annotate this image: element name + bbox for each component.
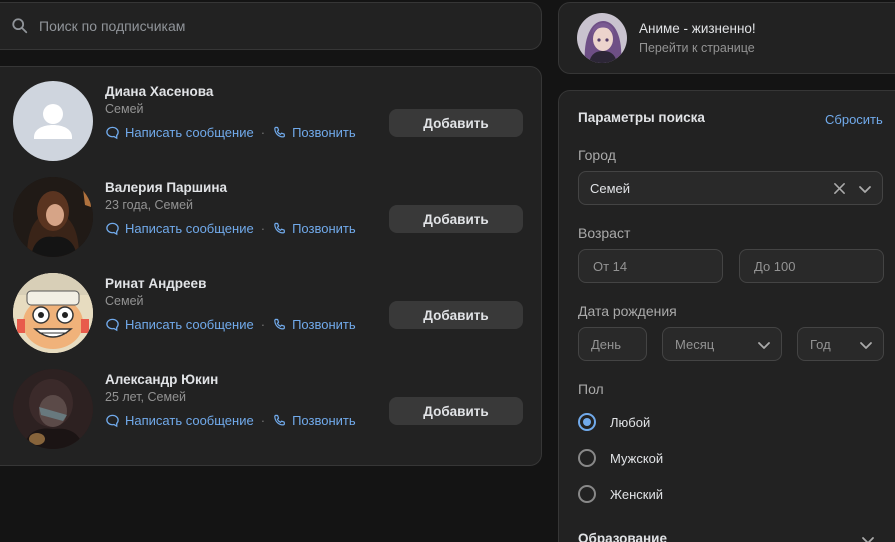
- message-icon: [106, 318, 119, 332]
- write-message-link[interactable]: Написать сообщение: [125, 221, 254, 236]
- message-icon: [106, 222, 119, 236]
- age-from-field[interactable]: От 14: [578, 249, 723, 283]
- write-message-link[interactable]: Написать сообщение: [125, 413, 254, 428]
- search-icon: [12, 18, 28, 34]
- avatar[interactable]: [13, 81, 93, 161]
- user-meta: 25 лет, Семей: [105, 390, 186, 404]
- gender-option-any[interactable]: Любой: [578, 413, 650, 431]
- avatar-photo: [13, 177, 93, 257]
- call-link[interactable]: Позвонить: [292, 221, 356, 236]
- group-avatar[interactable]: [577, 13, 627, 63]
- call-link[interactable]: Позвонить: [292, 125, 356, 140]
- user-name[interactable]: Валерия Паршина: [105, 180, 227, 195]
- gender-option-label: Мужской: [610, 450, 664, 466]
- age-label: Возраст: [578, 225, 631, 241]
- user-meta: 23 года, Семей: [105, 198, 194, 212]
- chevron-down-icon: [860, 342, 872, 349]
- education-section-header[interactable]: Образование: [578, 531, 667, 542]
- add-friend-button[interactable]: Добавить: [389, 109, 523, 137]
- birth-date-label: Дата рождения: [578, 303, 677, 319]
- birth-year-value: Год: [810, 336, 831, 352]
- user-actions: Написать сообщение · Позвонить: [105, 221, 356, 236]
- chevron-down-icon[interactable]: [861, 533, 875, 542]
- group-card[interactable]: Аниме - жизненно! Перейти к странице: [558, 2, 895, 74]
- user-name[interactable]: Диана Хасенова: [105, 84, 213, 99]
- phone-icon: [274, 222, 286, 234]
- gender-option-male[interactable]: Мужской: [578, 449, 663, 467]
- message-icon: [106, 126, 119, 140]
- subscriber-search-bar[interactable]: Поиск по подписчикам: [0, 2, 542, 50]
- subscriber-list: Диана Хасенова Семей Написать сообщение …: [0, 66, 542, 466]
- user-actions: Написать сообщение · Позвонить: [105, 317, 356, 332]
- birth-year-select[interactable]: Год: [797, 327, 884, 361]
- separator: ·: [260, 221, 266, 236]
- list-item: Ринат Андреев Семей Написать сообщение ·…: [0, 259, 543, 355]
- separator: ·: [260, 413, 266, 428]
- write-message-link[interactable]: Написать сообщение: [125, 125, 254, 140]
- separator: ·: [260, 317, 266, 332]
- user-meta: Семей: [105, 102, 144, 116]
- gender-option-label: Женский: [610, 486, 663, 502]
- search-input[interactable]: Поиск по подписчикам: [39, 18, 185, 34]
- gender-option-label: Любой: [610, 414, 651, 430]
- avatar[interactable]: [13, 177, 93, 257]
- phone-icon: [274, 126, 286, 138]
- chevron-down-icon: [758, 342, 770, 349]
- birth-month-value: Месяц: [675, 336, 715, 352]
- age-to-field[interactable]: До 100: [739, 249, 884, 283]
- city-label: Город: [578, 147, 616, 163]
- user-name[interactable]: Ринат Андреев: [105, 276, 206, 291]
- user-actions: Написать сообщение · Позвонить: [105, 125, 356, 140]
- go-to-page-link[interactable]: Перейти к странице: [639, 41, 755, 55]
- add-friend-button[interactable]: Добавить: [389, 205, 523, 233]
- city-value: Семей: [590, 180, 631, 196]
- avatar-photo: [13, 369, 93, 449]
- gender-option-female[interactable]: Женский: [578, 485, 663, 503]
- birth-day-field[interactable]: День: [578, 327, 647, 361]
- chevron-down-icon: [859, 186, 871, 193]
- city-select[interactable]: Семей: [578, 171, 883, 205]
- write-message-link[interactable]: Написать сообщение: [125, 317, 254, 332]
- phone-icon: [274, 318, 286, 330]
- add-friend-button[interactable]: Добавить: [389, 397, 523, 425]
- group-name[interactable]: Аниме - жизненно!: [639, 21, 756, 36]
- call-link[interactable]: Позвонить: [292, 317, 356, 332]
- message-icon: [106, 414, 119, 428]
- list-item: Валерия Паршина 23 года, Семей Написать …: [0, 163, 543, 259]
- radio-icon[interactable]: [578, 485, 596, 503]
- radio-icon[interactable]: [578, 449, 596, 467]
- clear-icon[interactable]: [833, 182, 846, 195]
- gender-label: Пол: [578, 381, 604, 397]
- avatar-photo: [577, 13, 627, 63]
- reset-filters-link[interactable]: Сбросить: [825, 112, 883, 127]
- user-placeholder-icon: [34, 104, 72, 139]
- user-actions: Написать сообщение · Позвонить: [105, 413, 356, 428]
- avatar-photo: [13, 273, 93, 353]
- add-friend-button[interactable]: Добавить: [389, 301, 523, 329]
- filters-title: Параметры поиска: [578, 110, 705, 125]
- list-item: Александр Юкин 25 лет, Семей Написать со…: [0, 355, 543, 451]
- separator: ·: [260, 125, 266, 140]
- list-item: Диана Хасенова Семей Написать сообщение …: [0, 67, 543, 163]
- avatar[interactable]: [13, 273, 93, 353]
- phone-icon: [274, 414, 286, 426]
- search-filters: Параметры поиска Сбросить Город Семей Во…: [558, 90, 895, 542]
- user-name[interactable]: Александр Юкин: [105, 372, 218, 387]
- call-link[interactable]: Позвонить: [292, 413, 356, 428]
- radio-checked-icon[interactable]: [578, 413, 596, 431]
- avatar[interactable]: [13, 369, 93, 449]
- user-meta: Семей: [105, 294, 144, 308]
- birth-month-select[interactable]: Месяц: [662, 327, 782, 361]
